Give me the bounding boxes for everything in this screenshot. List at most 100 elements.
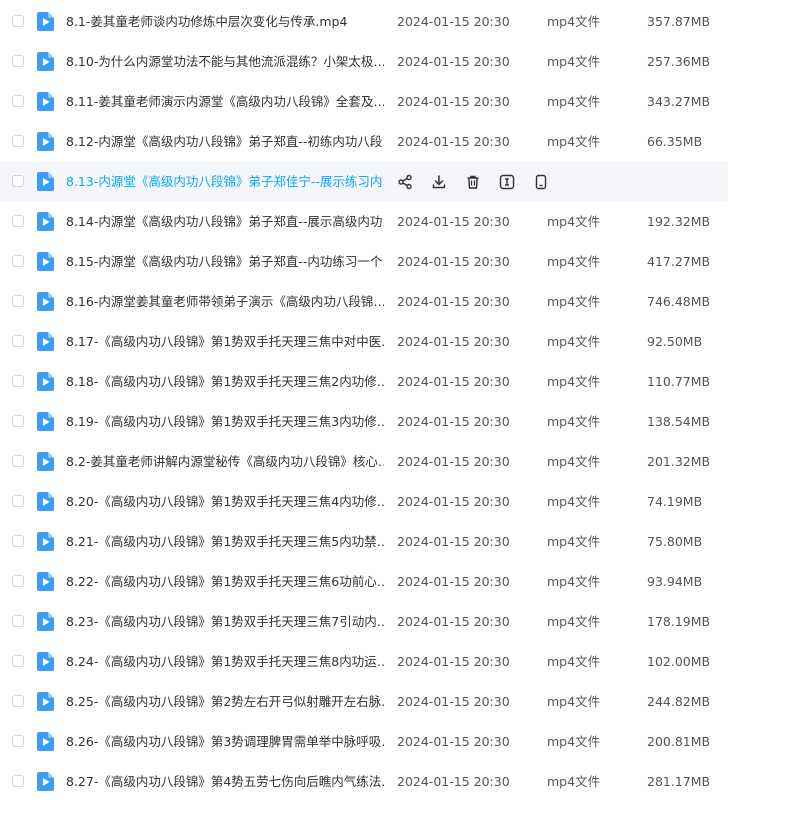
row-checkbox[interactable]: [12, 575, 24, 587]
file-name[interactable]: 8.26-《高级内功八段锦》第3势调理脾胃需单举中脉呼吸…: [66, 734, 384, 750]
file-row[interactable]: 8.26-《高级内功八段锦》第3势调理脾胃需单举中脉呼吸… 2024-01-15 …: [0, 722, 728, 762]
row-checkbox[interactable]: [12, 295, 24, 307]
file-date: 2024-01-15 20:30: [397, 134, 510, 149]
row-checkbox[interactable]: [12, 655, 24, 667]
file-name[interactable]: 8.12-内源堂《高级内功八段锦》弟子郑直--初练内功八段…: [66, 134, 384, 150]
file-row[interactable]: 8.25-《高级内功八段锦》第2势左右开弓似射雕开左右脉… 2024-01-15 …: [0, 682, 728, 722]
row-checkbox[interactable]: [12, 15, 24, 27]
file-row[interactable]: 8.13-内源堂《高级内功八段锦》弟子郑佳宁--展示练习内…: [0, 162, 728, 202]
file-type: mp4文件: [547, 334, 601, 349]
download-icon[interactable]: [431, 174, 447, 190]
file-size: 93.94MB: [647, 574, 703, 589]
file-row[interactable]: 8.23-《高级内功八段锦》第1势双手托天理三焦7引动内… 2024-01-15 …: [0, 602, 728, 642]
file-row[interactable]: 8.16-内源堂姜其童老师带领弟子演示《高级内功八段锦… 2024-01-15 2…: [0, 282, 728, 322]
file-name[interactable]: 8.20-《高级内功八段锦》第1势双手托天理三焦4内功修…: [66, 494, 384, 510]
file-name[interactable]: 8.19-《高级内功八段锦》第1势双手托天理三焦3内功修…: [66, 414, 384, 430]
file-date: 2024-01-15 20:30: [397, 614, 510, 629]
file-row[interactable]: 8.21-《高级内功八段锦》第1势双手托天理三焦5内功禁… 2024-01-15 …: [0, 522, 728, 562]
file-size: 343.27MB: [647, 94, 711, 109]
file-row[interactable]: 8.14-内源堂《高级内功八段锦》弟子郑直--展示高级内功… 2024-01-15…: [0, 202, 728, 242]
file-row[interactable]: 8.15-内源堂《高级内功八段锦》弟子郑直--内功练习一个… 2024-01-15…: [0, 242, 728, 282]
file-row[interactable]: 8.20-《高级内功八段锦》第1势双手托天理三焦4内功修… 2024-01-15 …: [0, 482, 728, 522]
file-name[interactable]: 8.2-姜其童老师讲解内源堂秘传《高级内功八段锦》核心…: [66, 454, 384, 470]
row-checkbox[interactable]: [12, 615, 24, 627]
video-file-icon: [37, 412, 54, 431]
file-type: mp4文件: [547, 454, 601, 469]
file-type: mp4文件: [547, 694, 601, 709]
file-name[interactable]: 8.11-姜其童老师演示内源堂《高级内功八段锦》全套及…: [66, 94, 384, 110]
share-icon[interactable]: [397, 174, 413, 190]
file-date: 2024-01-15 20:30: [397, 574, 510, 589]
file-date: 2024-01-15 20:30: [397, 54, 510, 69]
file-type: mp4文件: [547, 254, 601, 269]
row-checkbox[interactable]: [12, 335, 24, 347]
row-checkbox[interactable]: [12, 175, 24, 187]
row-checkbox[interactable]: [12, 415, 24, 427]
file-row[interactable]: 8.2-姜其童老师讲解内源堂秘传《高级内功八段锦》核心… 2024-01-15 2…: [0, 442, 728, 482]
file-size: 92.50MB: [647, 334, 703, 349]
row-checkbox[interactable]: [12, 215, 24, 227]
file-date: 2024-01-15 20:30: [397, 374, 510, 389]
row-checkbox[interactable]: [12, 495, 24, 507]
file-name[interactable]: 8.13-内源堂《高级内功八段锦》弟子郑佳宁--展示练习内…: [66, 174, 384, 190]
row-checkbox[interactable]: [12, 775, 24, 787]
file-type: mp4文件: [547, 294, 601, 309]
file-name[interactable]: 8.14-内源堂《高级内功八段锦》弟子郑直--展示高级内功…: [66, 214, 384, 230]
file-name[interactable]: 8.18-《高级内功八段锦》第1势双手托天理三焦2内功修…: [66, 374, 384, 390]
file-date: 2024-01-15 20:30: [397, 254, 510, 269]
row-checkbox[interactable]: [12, 255, 24, 267]
file-type: mp4文件: [547, 214, 601, 229]
video-file-icon: [37, 532, 54, 551]
file-name[interactable]: 8.10-为什么内源堂功法不能与其他流派混练？小架太极…: [66, 54, 384, 70]
video-file-icon: [37, 332, 54, 351]
file-row[interactable]: 8.12-内源堂《高级内功八段锦》弟子郑直--初练内功八段… 2024-01-15…: [0, 122, 728, 162]
mobile-icon[interactable]: [533, 174, 549, 190]
file-row[interactable]: 8.19-《高级内功八段锦》第1势双手托天理三焦3内功修… 2024-01-15 …: [0, 402, 728, 442]
file-name[interactable]: 8.22-《高级内功八段锦》第1势双手托天理三焦6功前心…: [66, 574, 384, 590]
row-checkbox[interactable]: [12, 95, 24, 107]
file-name[interactable]: 8.23-《高级内功八段锦》第1势双手托天理三焦7引动内…: [66, 614, 384, 630]
file-size: 138.54MB: [647, 414, 711, 429]
row-checkbox[interactable]: [12, 55, 24, 67]
file-row[interactable]: 8.22-《高级内功八段锦》第1势双手托天理三焦6功前心… 2024-01-15 …: [0, 562, 728, 602]
video-file-icon: [37, 772, 54, 791]
file-name[interactable]: 8.27-《高级内功八段锦》第4势五劳七伤向后瞧内气练法…: [66, 774, 384, 790]
file-name[interactable]: 8.24-《高级内功八段锦》第1势双手托天理三焦8内功运…: [66, 654, 384, 670]
file-name[interactable]: 8.16-内源堂姜其童老师带领弟子演示《高级内功八段锦…: [66, 294, 384, 310]
file-row[interactable]: 8.10-为什么内源堂功法不能与其他流派混练？小架太极… 2024-01-15 2…: [0, 42, 728, 82]
file-name[interactable]: 8.1-姜其童老师谈内功修炼中层次变化与传承.mp4: [66, 14, 384, 30]
file-name[interactable]: 8.25-《高级内功八段锦》第2势左右开弓似射雕开左右脉…: [66, 694, 384, 710]
file-size: 281.17MB: [647, 774, 711, 789]
row-checkbox[interactable]: [12, 735, 24, 747]
file-date: 2024-01-15 20:30: [397, 694, 510, 709]
row-checkbox[interactable]: [12, 135, 24, 147]
delete-icon[interactable]: [465, 174, 481, 190]
file-size: 102.00MB: [647, 654, 711, 669]
row-checkbox[interactable]: [12, 455, 24, 467]
file-date: 2024-01-15 20:30: [397, 294, 510, 309]
row-checkbox[interactable]: [12, 695, 24, 707]
file-row[interactable]: 8.11-姜其童老师演示内源堂《高级内功八段锦》全套及… 2024-01-15 2…: [0, 82, 728, 122]
file-row[interactable]: 8.17-《高级内功八段锦》第1势双手托天理三焦中对中医… 2024-01-15 …: [0, 322, 728, 362]
video-file-icon: [37, 212, 54, 231]
file-size: 417.27MB: [647, 254, 711, 269]
row-checkbox[interactable]: [12, 375, 24, 387]
file-name[interactable]: 8.17-《高级内功八段锦》第1势双手托天理三焦中对中医…: [66, 334, 384, 350]
file-row[interactable]: 8.27-《高级内功八段锦》第4势五劳七伤向后瞧内气练法… 2024-01-15 …: [0, 762, 728, 802]
file-row[interactable]: 8.24-《高级内功八段锦》第1势双手托天理三焦8内功运… 2024-01-15 …: [0, 642, 728, 682]
rename-icon[interactable]: [499, 174, 515, 190]
file-date: 2024-01-15 20:30: [397, 494, 510, 509]
file-date: 2024-01-15 20:30: [397, 454, 510, 469]
file-type: mp4文件: [547, 574, 601, 589]
file-name[interactable]: 8.15-内源堂《高级内功八段锦》弟子郑直--内功练习一个…: [66, 254, 384, 270]
video-file-icon: [37, 252, 54, 271]
file-row[interactable]: 8.1-姜其童老师谈内功修炼中层次变化与传承.mp4 2024-01-15 20:…: [0, 2, 728, 42]
file-name[interactable]: 8.21-《高级内功八段锦》第1势双手托天理三焦5内功禁…: [66, 534, 384, 550]
file-size: 357.87MB: [647, 14, 711, 29]
video-file-icon: [37, 652, 54, 671]
file-row[interactable]: 8.18-《高级内功八段锦》第1势双手托天理三焦2内功修… 2024-01-15 …: [0, 362, 728, 402]
file-type: mp4文件: [547, 654, 601, 669]
row-checkbox[interactable]: [12, 535, 24, 547]
file-date: 2024-01-15 20:30: [397, 94, 510, 109]
file-date: 2024-01-15 20:30: [397, 414, 510, 429]
